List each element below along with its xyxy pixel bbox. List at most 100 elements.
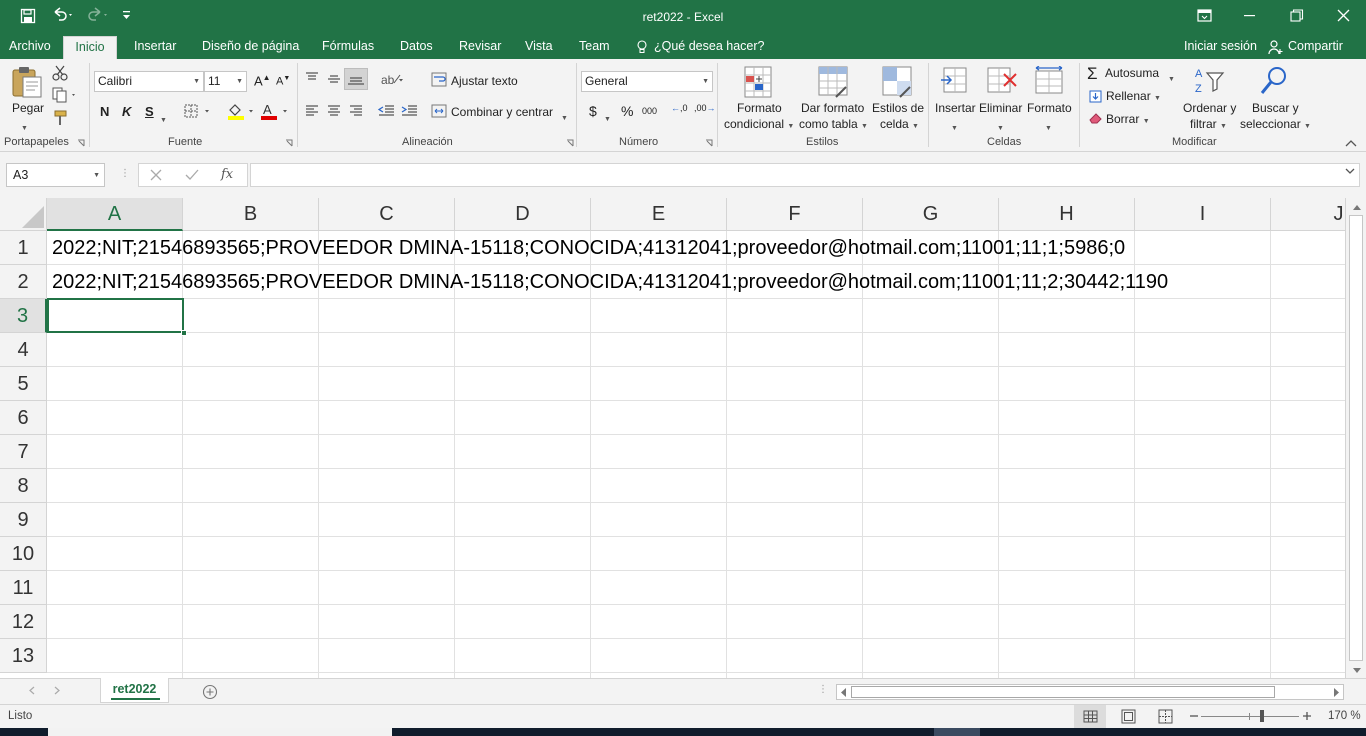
page-break-view-button[interactable]	[1149, 705, 1181, 728]
conditional-format-label-2[interactable]: condicional ▼	[724, 117, 794, 131]
orientation-icon[interactable]: ab	[380, 71, 406, 87]
horizontal-scroll-thumb[interactable]	[851, 686, 1275, 698]
close-icon[interactable]	[1337, 9, 1350, 22]
number-launcher-icon[interactable]	[705, 139, 713, 147]
share-button[interactable]: Compartir	[1288, 36, 1343, 59]
conditional-format-label-1[interactable]: Formato	[737, 101, 782, 115]
row-header-13[interactable]: 13	[0, 639, 47, 673]
font-launcher-icon[interactable]	[285, 139, 293, 147]
row-header-5[interactable]: 5	[0, 367, 47, 401]
tab-split-grip-icon[interactable]: ⋮	[818, 684, 828, 695]
insert-cells-icon[interactable]	[940, 66, 970, 96]
tab-diseno-pagina[interactable]: Diseño de página	[202, 36, 299, 59]
row-header-8[interactable]: 8	[0, 469, 47, 503]
italic-button[interactable]: K	[122, 104, 131, 119]
paste-icon[interactable]	[10, 65, 44, 99]
copy-icon[interactable]	[52, 87, 80, 103]
wrap-text-button[interactable]: Ajustar texto	[451, 74, 518, 88]
prev-sheet-icon[interactable]	[29, 686, 35, 695]
ribbon-display-options-icon[interactable]	[1197, 9, 1213, 23]
tab-team[interactable]: Team	[579, 36, 610, 59]
column-header-b[interactable]: B	[183, 198, 319, 231]
format-as-table-label-1[interactable]: Dar formato	[801, 101, 864, 115]
thousands-button[interactable]: 000	[642, 106, 657, 116]
format-cells-icon[interactable]	[1034, 66, 1066, 96]
confirm-entry-icon[interactable]	[185, 169, 199, 181]
format-painter-icon[interactable]	[52, 110, 68, 126]
row-header-11[interactable]: 11	[0, 571, 47, 605]
fill-handle[interactable]	[181, 330, 187, 336]
autosum-button[interactable]: Autosuma	[1105, 66, 1159, 80]
font-name-select[interactable]: Calibri ▼	[94, 71, 204, 92]
scroll-left-icon[interactable]	[841, 688, 847, 697]
row-header-12[interactable]: 12	[0, 605, 47, 639]
clipboard-launcher-icon[interactable]	[77, 139, 85, 147]
paste-button-label[interactable]: Pegar	[12, 101, 44, 115]
tab-datos[interactable]: Datos	[400, 36, 433, 59]
column-header-j[interactable]: J	[1271, 198, 1345, 231]
paste-dropdown-icon[interactable]: ▼	[21, 119, 28, 133]
vertical-scroll-thumb[interactable]	[1349, 215, 1363, 661]
clear-button[interactable]: Borrar ▼	[1106, 112, 1150, 126]
align-center-icon[interactable]	[326, 104, 342, 118]
expand-formula-icon[interactable]	[1345, 168, 1355, 176]
horizontal-scrollbar[interactable]	[836, 684, 1344, 700]
cell-a2[interactable]: 2022;NIT;21546893565;PROVEEDOR DMINA-151…	[52, 265, 1168, 299]
insert-cells-button[interactable]: Insertar	[935, 101, 976, 115]
cancel-entry-icon[interactable]	[150, 169, 162, 181]
merge-center-button[interactable]: Combinar y centrar	[451, 105, 553, 119]
select-all-button[interactable]	[0, 198, 47, 231]
format-cells-button[interactable]: Formato	[1027, 101, 1072, 115]
bold-button[interactable]: N	[100, 104, 109, 119]
sheet-tab-ret2022[interactable]: ret2022	[100, 678, 169, 703]
decrease-decimal-button[interactable]: ,00→	[694, 103, 716, 113]
format-cells-dropdown-icon[interactable]: ▼	[1045, 119, 1052, 133]
zoom-out-icon[interactable]	[1189, 711, 1199, 721]
align-left-icon[interactable]	[304, 104, 320, 118]
merge-center-icon[interactable]	[431, 104, 447, 118]
sort-filter-label-2[interactable]: filtrar ▼	[1190, 117, 1227, 131]
tab-insertar[interactable]: Insertar	[134, 36, 176, 59]
restore-icon[interactable]	[1290, 9, 1304, 23]
row-header-4[interactable]: 4	[0, 333, 47, 367]
sort-filter-label-1[interactable]: Ordenar y	[1183, 101, 1236, 115]
active-cell-a3[interactable]	[47, 298, 184, 333]
scroll-down-icon[interactable]	[1352, 667, 1362, 674]
column-header-i[interactable]: I	[1135, 198, 1271, 231]
sort-filter-icon[interactable]: AZ	[1193, 65, 1225, 97]
merge-dropdown-icon[interactable]: ▼	[561, 109, 568, 123]
taskbar-active-app[interactable]	[934, 728, 980, 736]
column-header-a[interactable]: A	[47, 198, 183, 231]
tab-revisar[interactable]: Revisar	[459, 36, 501, 59]
formula-input[interactable]	[250, 163, 1360, 187]
cell-a1[interactable]: 2022;NIT;21546893565;PROVEEDOR DMINA-151…	[52, 231, 1125, 265]
tab-inicio[interactable]: Inicio	[63, 36, 117, 59]
format-as-table-label-2[interactable]: como tabla ▼	[799, 117, 868, 131]
column-header-f[interactable]: F	[727, 198, 863, 231]
column-header-e[interactable]: E	[591, 198, 727, 231]
format-as-table-icon[interactable]	[818, 66, 850, 100]
row-header-10[interactable]: 10	[0, 537, 47, 571]
zoom-in-icon[interactable]	[1302, 711, 1312, 721]
collapse-ribbon-icon[interactable]	[1345, 139, 1357, 147]
cell-styles-label-2[interactable]: celda ▼	[880, 117, 919, 131]
conditional-format-icon[interactable]	[744, 66, 774, 100]
delete-cells-button[interactable]: Eliminar	[979, 101, 1022, 115]
column-header-g[interactable]: G	[863, 198, 999, 231]
row-header-9[interactable]: 9	[0, 503, 47, 537]
find-select-icon[interactable]	[1258, 65, 1290, 97]
bottom-align-icon[interactable]	[344, 68, 368, 90]
underline-button[interactable]: S	[145, 104, 154, 119]
fill-down-icon[interactable]	[1089, 90, 1102, 103]
fill-color-icon[interactable]	[226, 102, 258, 120]
name-box[interactable]: A3 ▼	[6, 163, 105, 187]
sign-in-link[interactable]: Iniciar sesión	[1184, 36, 1257, 59]
currency-button[interactable]: $	[589, 103, 597, 119]
taskbar-search-box[interactable]	[48, 728, 392, 736]
eraser-icon[interactable]	[1089, 112, 1103, 124]
delete-cells-icon[interactable]	[986, 66, 1018, 96]
sigma-icon[interactable]: Σ	[1087, 64, 1098, 84]
font-size-select[interactable]: 11 ▼	[204, 71, 247, 92]
row-header-6[interactable]: 6	[0, 401, 47, 435]
column-header-h[interactable]: H	[999, 198, 1135, 231]
